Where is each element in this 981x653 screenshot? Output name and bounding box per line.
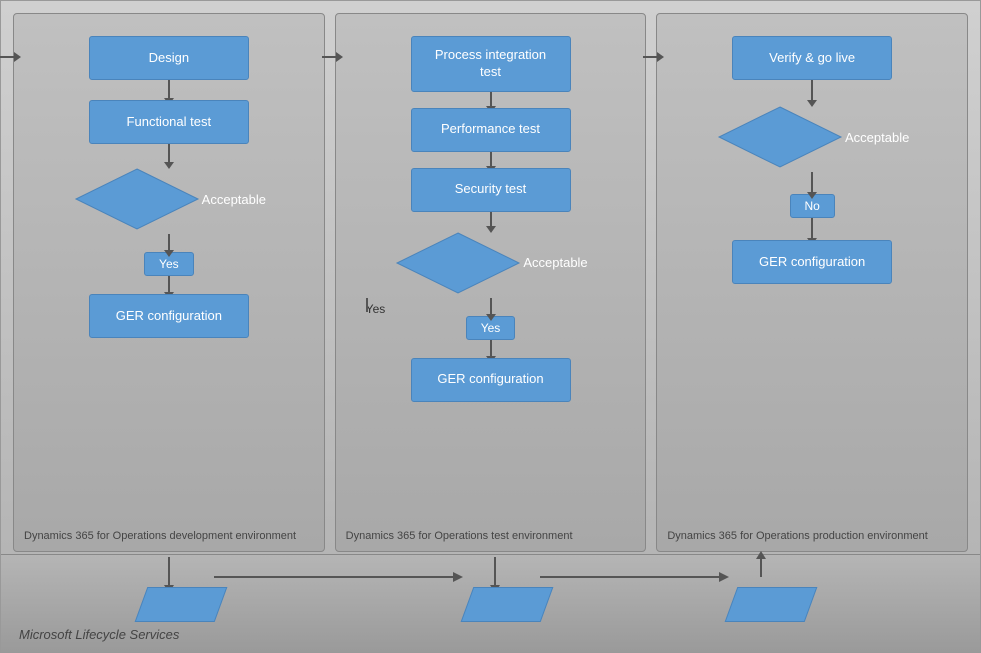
arrow12 [811,218,813,240]
arrow10 [811,80,813,102]
input-arrow-col2 [322,52,343,62]
ger-config-col1: GER configuration [89,294,249,338]
column-test: Process integration test Performance tes… [335,13,647,552]
ger-config-col2: GER configuration [411,358,571,402]
yes-side-label-col2: Yes [366,302,386,316]
diamond-svg-col2 [393,229,523,297]
lifecycle-services-label: Microsoft Lifecycle Services [19,627,179,642]
acceptable-diamond-col1: Acceptable [104,164,234,234]
parallelogram-1 [135,587,228,622]
column-production: Verify & go live Acceptable No GER [656,13,968,552]
arrow9 [490,340,492,358]
col3-label: Dynamics 365 for Operations production e… [667,529,957,543]
arrow5 [490,92,492,108]
arrow1 [168,80,170,100]
branch-line-col2 [366,298,368,312]
para-col2 [467,587,547,622]
arrow6 [490,152,492,168]
para-col3 [731,587,811,622]
arrow11 [811,172,813,194]
diamond-svg-col1 [72,165,202,233]
para-col1 [141,587,221,622]
arrow-head [14,52,21,62]
arrow-line [0,56,14,58]
process-integration-box: Process integration test [411,36,571,92]
arrow-line-2 [322,56,336,58]
col3-flow: Verify & go live Acceptable No GER [667,26,957,284]
verify-go-live-box: Verify & go live [732,36,892,80]
col1-flow: Design Functional test Acceptable [24,26,314,338]
acceptable-diamond-col2: Acceptable [426,228,556,298]
acceptable-text-col3: Acceptable [845,130,909,145]
bottom-strip: Microsoft Lifecycle Services [1,554,980,652]
parallelogram-3 [725,587,818,622]
columns-area: Design Functional test Acceptable [13,13,968,552]
arrow-line-3 [643,56,657,58]
yes-branch-col2: Yes [346,298,636,316]
performance-test-box: Performance test [411,108,571,152]
arrow8 [490,298,492,316]
acceptable-text-col1: Acceptable [202,192,266,207]
arrow-head-2 [336,52,343,62]
column-development: Design Functional test Acceptable [13,13,325,552]
arrow-head-3 [657,52,664,62]
ger-config-col3: GER configuration [732,240,892,284]
functional-test-box: Functional test [89,100,249,144]
arrow4 [168,276,170,294]
acceptable-text-col2: Acceptable [523,255,587,270]
arrow7 [490,212,492,228]
design-box: Design [89,36,249,80]
arrow2 [168,144,170,164]
input-arrow-col1 [0,52,21,62]
acceptable-diamond-col3: Acceptable [747,102,877,172]
col1-label: Dynamics 365 for Operations development … [24,529,314,543]
parallelogram-2 [461,587,554,622]
arrow3 [168,234,170,252]
diamond-svg-col3 [715,103,845,171]
security-test-box: Security test [411,168,571,212]
col2-label: Dynamics 365 for Operations test environ… [346,529,636,543]
input-arrow-col3 [643,52,664,62]
col2-flow: Process integration test Performance tes… [346,26,636,402]
main-container: Design Functional test Acceptable [0,0,981,653]
